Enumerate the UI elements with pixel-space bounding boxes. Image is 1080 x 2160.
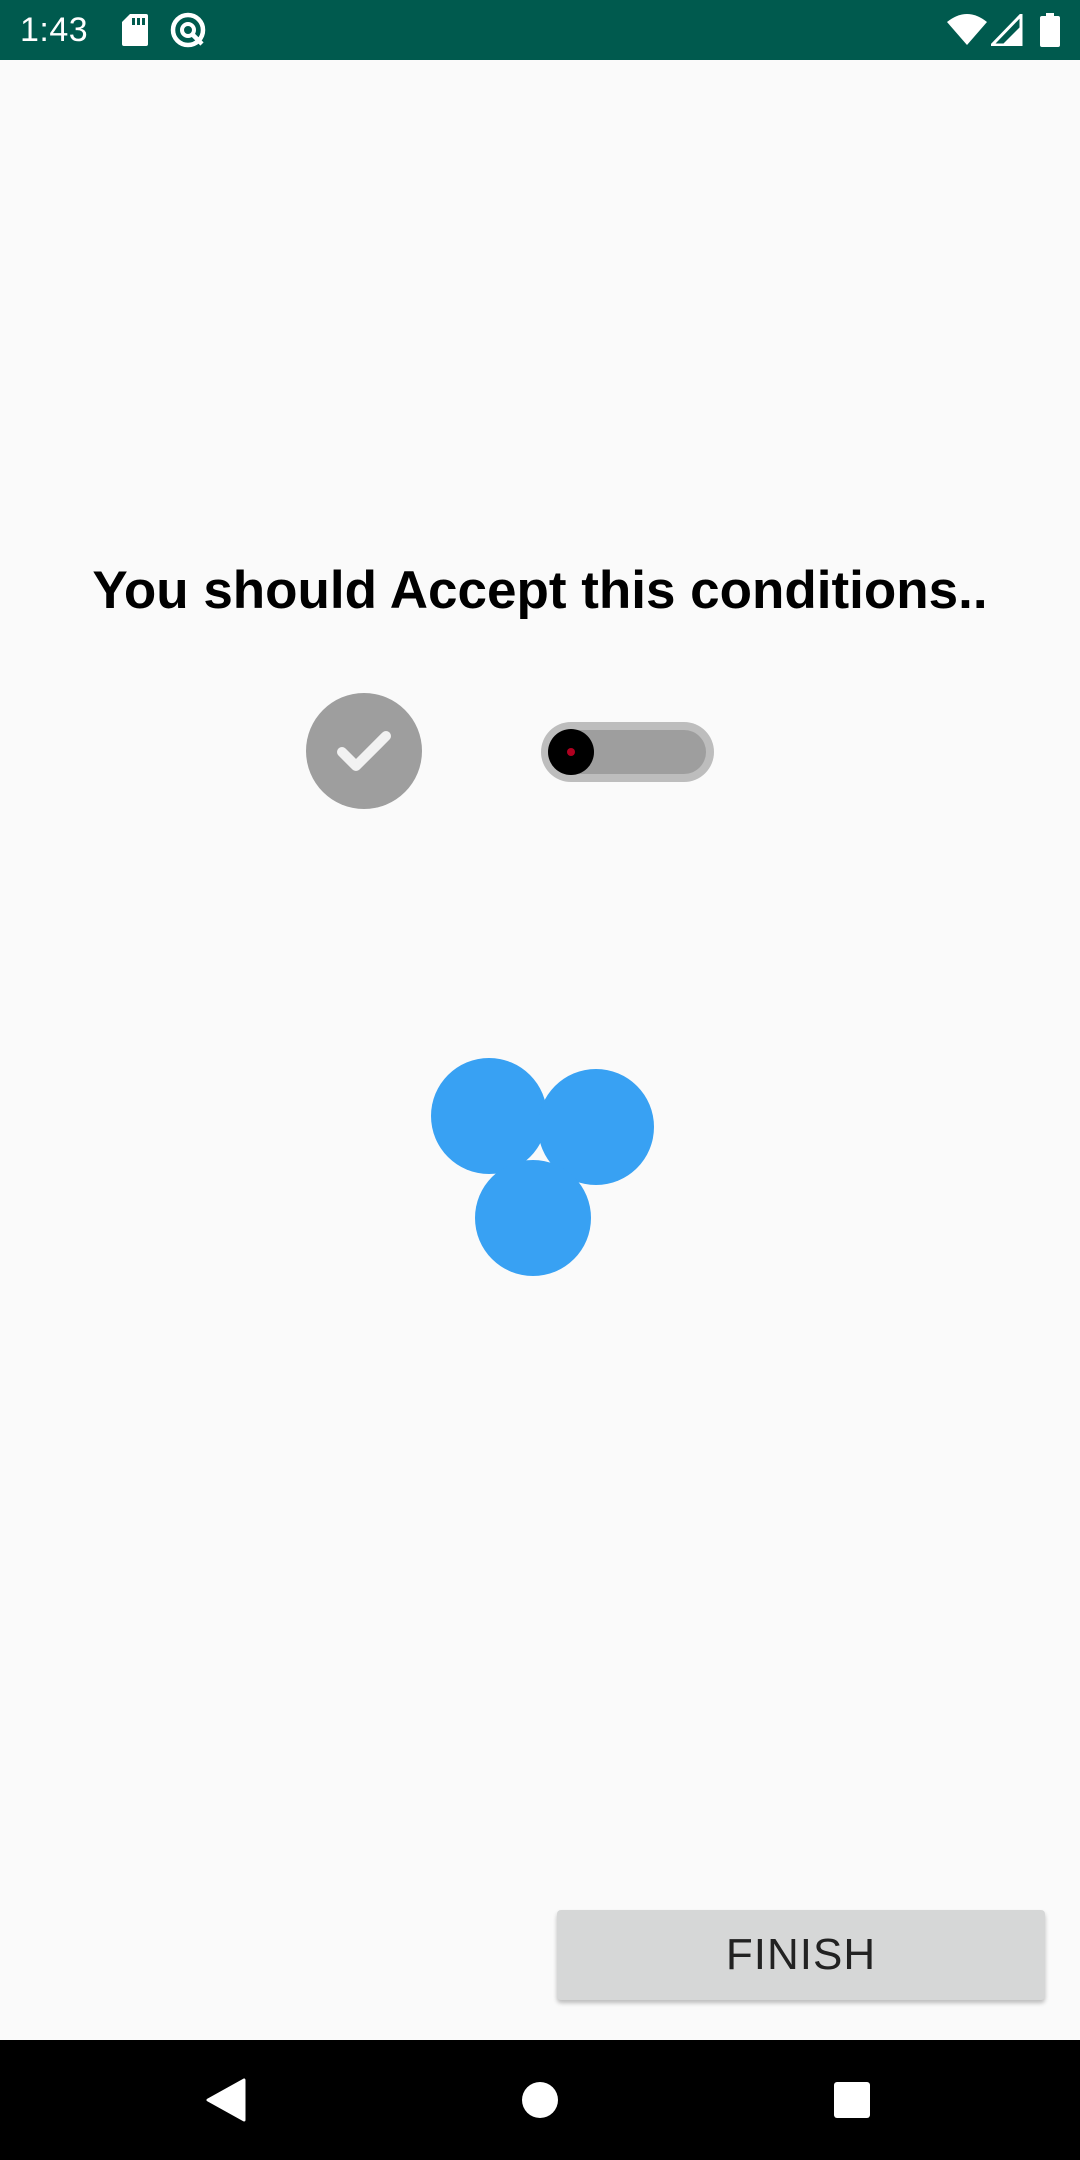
status-time: 1:43 <box>20 11 89 49</box>
battery-icon <box>1038 0 1062 60</box>
loader-dot <box>431 1058 547 1174</box>
back-button[interactable] <box>186 2060 266 2140</box>
home-button[interactable] <box>500 2060 580 2140</box>
wifi-icon <box>946 0 988 60</box>
loading-indicator <box>420 1050 660 1290</box>
recents-icon <box>834 2082 870 2118</box>
navigation-bar <box>0 2040 1080 2160</box>
accept-switch[interactable] <box>541 722 714 782</box>
status-bar: 1:43 <box>0 0 1080 60</box>
data-saver-icon <box>168 0 208 60</box>
loader-dot <box>475 1160 591 1276</box>
cell-signal-icon <box>990 0 1024 60</box>
accept-checkbox[interactable] <box>306 693 422 809</box>
recents-button[interactable] <box>812 2060 892 2140</box>
home-icon <box>522 2082 558 2118</box>
sd-card-icon <box>120 0 150 60</box>
switch-dot <box>567 748 575 756</box>
page-title: You should Accept this conditions.. <box>92 561 988 620</box>
finish-button[interactable]: FINISH <box>557 1910 1045 2000</box>
back-icon <box>206 2078 246 2122</box>
checkmark-icon <box>337 731 391 771</box>
switch-thumb <box>548 729 594 775</box>
